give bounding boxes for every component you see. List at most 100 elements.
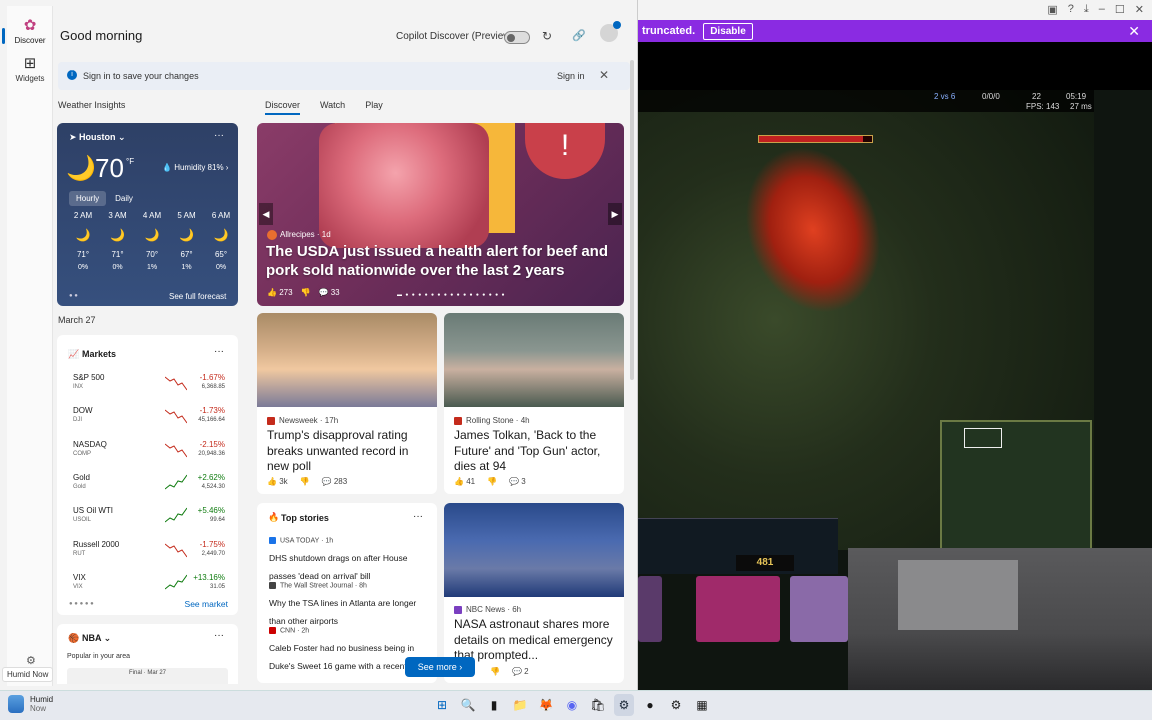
article-reactions: 👎 💬 2 [490,667,529,676]
disable-button[interactable]: Disable [703,22,753,40]
forecast-tabs: Hourly Daily [69,191,140,206]
partly-cloudy-night-icon: 🌙 [110,228,125,242]
see-more-button[interactable]: See more › [405,657,475,677]
market-price: 6,368.85 [201,384,225,390]
story-headline[interactable]: Caleb Foster had no business being in Du… [269,643,419,671]
market-row[interactable]: US Oil WTI USOIL +5.46% 99.64 [73,506,225,530]
like-button[interactable]: 👍 273 [267,288,293,297]
market-row[interactable]: NASDAQ COMP -2.15% 20,948.36 [73,440,225,464]
nba-title[interactable]: NBA ⌄ [82,633,111,644]
close-icon[interactable]: ✕ [1128,23,1140,40]
market-symbol: Gold [73,483,86,490]
rail-widgets[interactable]: ⊞ Widgets [7,54,53,83]
next-arrow-icon[interactable]: ▶ [608,203,622,225]
more-options-icon[interactable]: ··· [214,346,224,357]
firefox-icon[interactable]: 🦊 [536,694,556,716]
market-price: 31.05 [209,583,225,590]
signin-link[interactable]: Sign in [557,71,585,81]
market-name: DOW [73,406,93,416]
avatar[interactable] [600,21,621,42]
tab-hourly[interactable]: Hourly [69,191,107,206]
refresh-icon[interactable]: ↻ [542,29,552,43]
more-options-icon[interactable]: ··· [214,130,224,141]
like-button[interactable]: 👍 3k [267,477,288,486]
dislike-button[interactable]: 👎 [487,477,497,486]
humidity[interactable]: 💧 Humidity 81% › [162,163,228,172]
article-headline[interactable]: James Tolkan, 'Back to the Future' and '… [454,428,619,475]
story-headline[interactable]: Why the TSA lines in Atlanta are longer … [269,598,416,626]
see-market-link[interactable]: See market [185,599,228,609]
comments-button[interactable]: 💬 2 [512,667,529,676]
story-item[interactable]: USA TODAY · 1h DHS shutdown drags on aft… [269,537,431,584]
sparkline [165,543,187,557]
like-button[interactable]: 👍 41 [454,477,475,486]
market-symbol: INX [73,384,84,390]
close-icon[interactable]: ✕ [599,68,609,82]
comments-button[interactable]: 💬 283 [322,477,348,486]
market-row[interactable]: DOW DJI -1.73% 45,166.64 [73,406,225,430]
comments-button[interactable]: 💬 3 [509,477,526,486]
prev-arrow-icon[interactable]: ◀ [259,203,273,225]
weather-card[interactable]: ➤ Houston ⌄ ··· 🌙 70 °F 💧 Humidity 81% ›… [57,123,238,306]
market-row[interactable]: S&P 500 INX -1.67% 6,368.85 [73,373,225,397]
settings-icon[interactable]: ⚙ [666,694,686,716]
close-icon[interactable]: ✕ [1135,3,1144,16]
news-card[interactable]: Rolling Stone · 4h James Tolkan, 'Back t… [444,313,624,494]
start-icon[interactable]: ⊞ [432,694,452,716]
minimize-icon[interactable]: – [1099,3,1105,16]
story-headline[interactable]: DHS shutdown drags on after House passes… [269,553,407,581]
forecast-item: 2 AM 🌙 71° 0% [68,211,98,271]
taskbar-weather[interactable]: Humid Now [8,695,53,713]
news-card[interactable]: Newsweek · 17h Trump's disapproval ratin… [257,313,437,494]
file-explorer-icon[interactable]: 📁 [510,694,530,716]
more-options-icon[interactable]: ··· [413,511,423,522]
picture-in-picture-icon[interactable]: ▣ [1047,3,1057,16]
dislike-button[interactable]: 👎 [301,288,311,297]
top-stories-card[interactable]: 🔥 Top stories ··· USA TODAY · 1h DHS shu… [257,503,437,683]
markets-card[interactable]: 📈 Markets ··· S&P 500 INX -1.67% 6,368.85 DO… [57,335,238,615]
copilot-toggle[interactable] [504,31,530,44]
more-options-icon[interactable]: ··· [214,630,224,641]
hero-news-card[interactable]: ! ◀ ▶ Allrecipes · 1d The USDA just issu… [257,123,624,306]
settings-icon[interactable]: ⚙ [26,654,36,667]
market-symbol: VIX [73,583,83,590]
dislike-button[interactable]: 👎 [300,477,310,486]
tab-daily[interactable]: Daily [108,191,140,206]
article-headline[interactable]: Trump's disapproval rating breaks unwant… [267,428,432,475]
search-icon[interactable]: 🔍 [458,694,478,716]
steam-icon[interactable]: ⚙ [614,694,634,716]
maximize-icon[interactable]: ☐ [1115,3,1125,16]
nba-card[interactable]: 🏀 NBA ⌄ ··· Popular in your area Final ·… [57,624,238,684]
article-headline[interactable]: The USDA just issued a health alert for … [266,242,618,280]
news-card[interactable]: NBC News · 6h NASA astronaut shares more… [444,503,624,683]
see-full-forecast-link[interactable]: See full forecast [169,292,226,301]
nba-score[interactable]: Final · Mar 27 [67,668,228,684]
market-change: +13.16% [193,572,225,582]
app-icon[interactable]: ▦ [692,694,712,716]
comment-icon: 💬 [318,288,329,297]
dislike-button[interactable]: 👎 [490,667,500,676]
article-headline[interactable]: NASA astronaut shares more details on me… [454,617,622,664]
rail-discover[interactable]: ✿ Discover [2,16,53,45]
obs-icon[interactable]: ● [640,694,660,716]
discord-icon[interactable]: ◉ [562,694,582,716]
scrollbar[interactable] [630,60,634,380]
market-name: NASDAQ [73,439,107,449]
top-stories-title: Top stories [281,513,329,523]
tab-play[interactable]: Play [365,100,383,115]
help-icon[interactable]: ? [1068,3,1074,16]
store-icon[interactable]: 🛍 [588,694,608,716]
pin-icon[interactable]: 🔗 [572,29,586,42]
market-row[interactable]: Russell 2000 RUT -1.75% 2,449.70 [73,540,225,564]
comments-button[interactable]: 💬 33 [319,288,340,297]
story-item[interactable]: The Wall Street Journal · 8h Why the TSA… [269,582,431,629]
task-view-icon[interactable]: ▮ [484,694,504,716]
minimap[interactable] [940,420,1092,550]
market-row[interactable]: VIX VIX +13.16% 31.05 [73,573,225,597]
market-row[interactable]: Gold Gold +2.62% 4,524.30 [73,473,225,497]
tab-discover[interactable]: Discover [265,100,301,115]
sparkline [165,507,187,523]
tab-watch[interactable]: Watch [320,100,345,115]
download-icon[interactable]: ⤓ [1084,3,1089,16]
location[interactable]: ➤ Houston ⌄ [69,132,126,143]
